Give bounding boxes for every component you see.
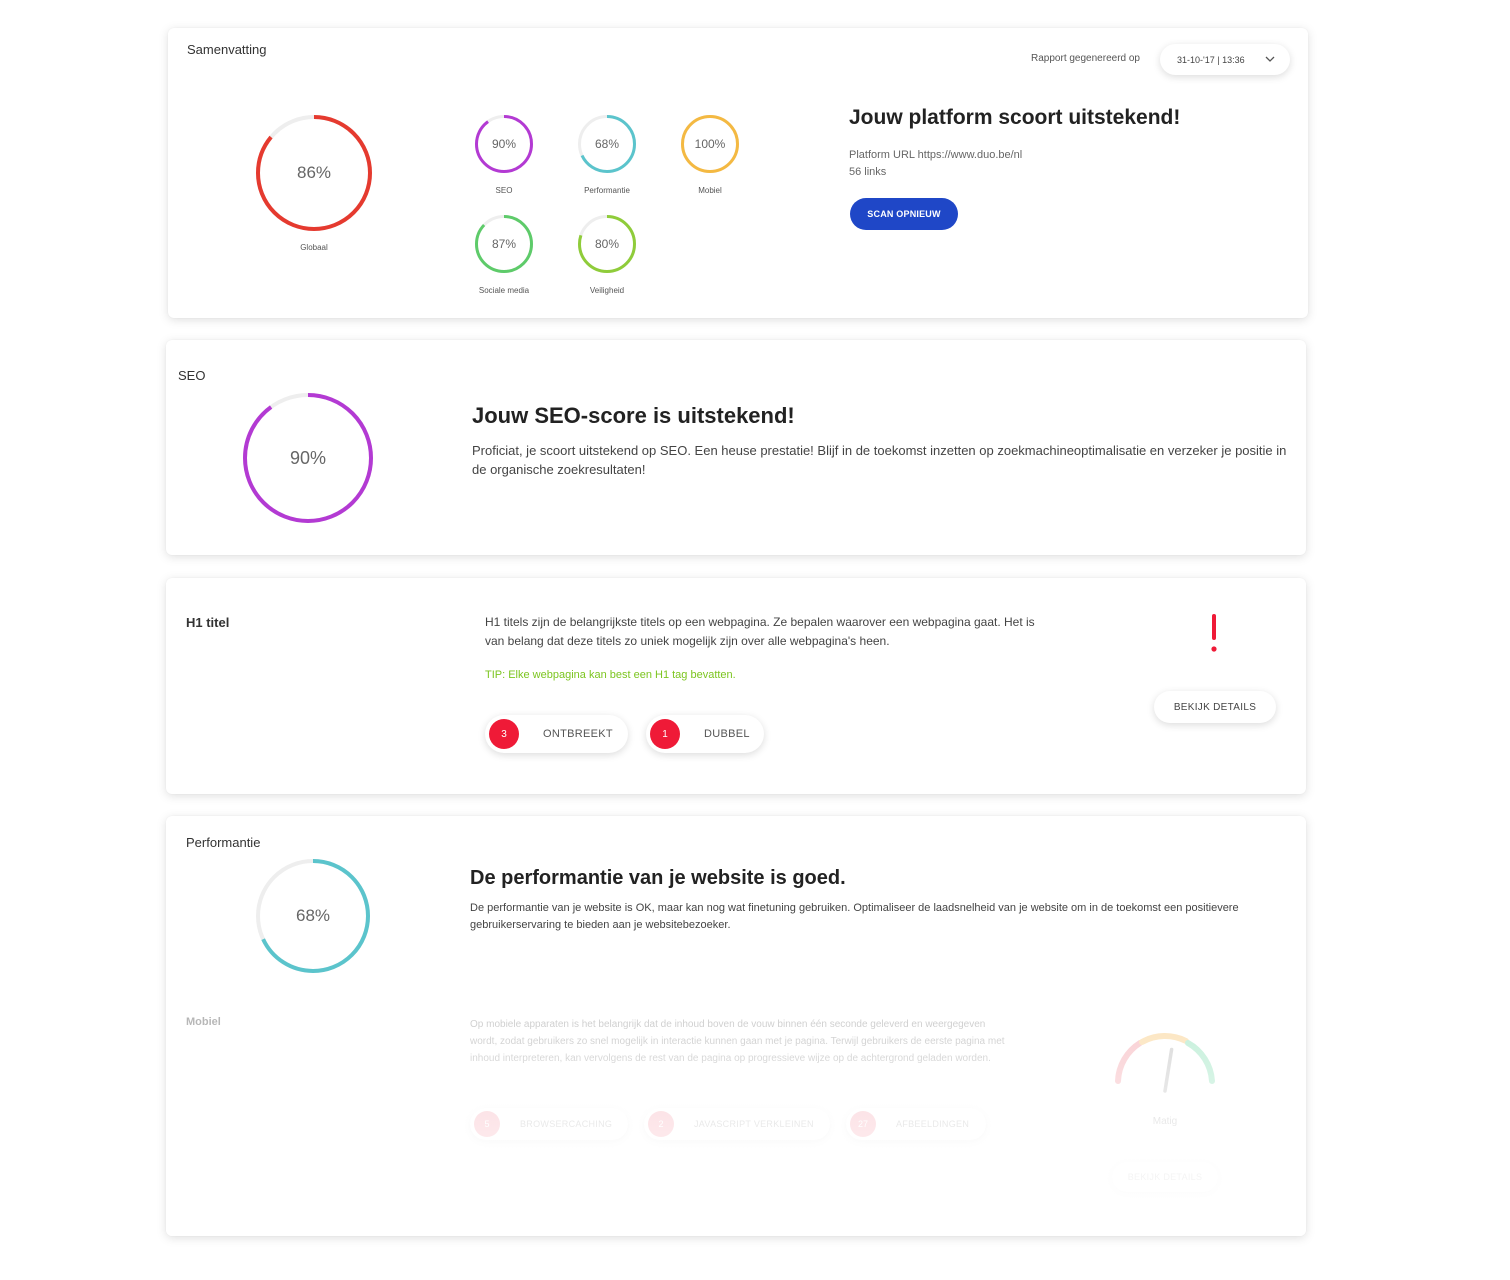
summary-headline: Jouw platform scoort uitstekend! [849, 106, 1181, 129]
seo-title: SEO [178, 368, 206, 383]
seo-ring: 90% [242, 392, 374, 524]
h1-card: H1 titel H1 titels zijn de belangrijkste… [166, 578, 1306, 794]
security-score-ring[interactable]: 80% [577, 214, 637, 274]
global-score-label: Globaal [300, 243, 328, 252]
seo-score-value: 90% [491, 137, 517, 151]
gauge-arc-red [1115, 1040, 1143, 1084]
javascript-minify-count: 2 [648, 1111, 674, 1137]
seo-headline: Jouw SEO-score is uitstekend! [472, 403, 795, 428]
report-generated-label: Rapport gegenereerd op [1031, 53, 1140, 64]
mobile-description: Op mobiele apparaten is het belangrijk d… [470, 1019, 1005, 1064]
exclamation-warning-icon [1211, 614, 1217, 652]
h1-title: H1 titel [186, 615, 230, 630]
h1-duplicate-count: 1 [650, 719, 680, 749]
chevron-down-icon [1265, 56, 1275, 62]
gauge-label: Matig [1152, 1116, 1178, 1127]
mobile-score-ring[interactable]: 100% [680, 114, 740, 174]
performance-ring: 68% [255, 858, 371, 974]
summary-card: Samenvatting Rapport gegenereerd op 31-1… [168, 28, 1308, 318]
seo-description: Proficiat, je scoort uitstekend op SEO. … [472, 443, 1287, 477]
performance-headline: De performantie van je website is goed. [470, 867, 846, 889]
seo-score-label: SEO [495, 186, 513, 195]
images-pill[interactable]: 27 AFBEELDINGEN [846, 1108, 986, 1140]
global-score-value: 86% [296, 163, 332, 182]
browsercaching-label: BROWSERCACHING [520, 1119, 613, 1129]
javascript-minify-label: JAVASCRIPT VERKLEINEN [694, 1119, 814, 1129]
social-media-score-ring[interactable]: 87% [474, 214, 534, 274]
social-media-score-value: 87% [491, 237, 517, 251]
browsercaching-count: 5 [474, 1111, 500, 1137]
gauge-arc-green [1185, 1040, 1215, 1084]
mobile-score-value: 100% [694, 137, 726, 151]
performance-card: Performantie 68% De performantie van je … [166, 816, 1306, 1236]
h1-missing-label: ONTBREEKT [543, 728, 613, 740]
performance-ring-value: 68% [295, 906, 331, 925]
seo-ring-value: 90% [289, 447, 327, 468]
mobile-details-button[interactable]: BEKIJK DETAILS [1112, 1162, 1218, 1192]
performance-score-ring[interactable]: 68% [577, 114, 637, 174]
javascript-minify-pill[interactable]: 2 JAVASCRIPT VERKLEINEN [644, 1108, 830, 1140]
browsercaching-pill[interactable]: 5 BROWSERCACHING [470, 1108, 628, 1140]
images-count: 27 [850, 1111, 876, 1137]
performance-score-label: Performantie [584, 186, 630, 195]
report-date-select[interactable]: 31-10-'17 | 13:36 [1160, 44, 1290, 75]
report-date-value: 31-10-'17 | 13:36 [1177, 54, 1245, 65]
mobile-title: Mobiel [186, 1016, 221, 1028]
social-media-score-label: Sociale media [478, 286, 530, 295]
h1-missing-count: 3 [489, 719, 519, 749]
gauge-arc-orange [1139, 1033, 1189, 1045]
performance-score-value: 68% [594, 137, 620, 151]
h1-duplicate-pill[interactable]: 1 DUBBEL [646, 715, 764, 753]
summary-title: Samenvatting [187, 42, 267, 57]
gauge-needle [1163, 1047, 1174, 1093]
global-score-ring: 86% [255, 114, 373, 232]
h1-description: H1 titels zijn de belangrijkste titels o… [485, 615, 1035, 648]
performance-description: De performantie van je website is OK, ma… [470, 902, 1239, 931]
h1-tip: TIP: Elke webpagina kan best een H1 tag … [485, 669, 736, 681]
security-score-value: 80% [594, 237, 620, 251]
h1-duplicate-label: DUBBEL [704, 728, 750, 740]
platform-url: Platform URL https://www.duo.be/nl [849, 149, 1023, 161]
h1-missing-pill[interactable]: 3 ONTBREEKT [485, 715, 628, 753]
h1-details-button[interactable]: BEKIJK DETAILS [1154, 691, 1276, 723]
links-count: 56 links [849, 166, 887, 178]
seo-score-ring[interactable]: 90% [474, 114, 534, 174]
images-label: AFBEELDINGEN [896, 1119, 970, 1129]
seo-card: SEO 90% Jouw SEO-score is uitstekend! Pr… [166, 340, 1306, 555]
speed-gauge-icon [1115, 1033, 1215, 1093]
security-score-label: Veiligheid [589, 286, 625, 295]
scan-again-button[interactable]: SCAN OPNIEUW [850, 198, 958, 230]
performance-title: Performantie [186, 835, 261, 850]
mobile-score-label: Mobiel [698, 186, 722, 195]
